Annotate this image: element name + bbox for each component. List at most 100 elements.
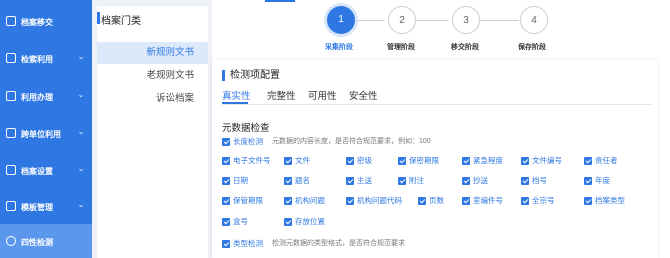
checkbox-checked-icon [398, 177, 406, 185]
tab-integrity[interactable]: 完整性 [267, 88, 296, 102]
category-panel: 档案门类 新规则文书 老规则文书 诉讼档案 [97, 6, 208, 258]
step-connector [355, 20, 385, 21]
chevron-down-icon: ⌄ [78, 129, 84, 136]
checkbox-checked-icon [346, 157, 354, 165]
template-icon [6, 201, 16, 211]
field-checkbox[interactable]: 盒号 [222, 216, 248, 228]
document-icon [6, 16, 16, 26]
type-check-checkbox[interactable]: 类型检测 [222, 238, 263, 250]
sidebar-item-transfer[interactable]: 档案移交 [0, 4, 92, 38]
top-highlight [265, 0, 295, 2]
length-check-checkbox[interactable]: 长度检测 [222, 136, 263, 148]
chevron-down-icon: ⌄ [78, 92, 84, 99]
checkbox-checked-icon [521, 197, 529, 205]
checkbox-checked-icon [418, 197, 426, 205]
field-checkbox[interactable]: 存放位置 [284, 216, 325, 228]
sidebar-item-templates[interactable]: 模板管理 ⌄ [0, 189, 92, 223]
form-icon [6, 91, 16, 101]
sidebar-item-cross-unit[interactable]: 跨单位利用 ⌄ [0, 116, 92, 150]
settings-doc-icon [6, 165, 16, 175]
step-2-circle[interactable]: 2 [388, 6, 416, 34]
checkbox-checked-icon [222, 218, 230, 226]
checkbox-checked-icon [222, 138, 230, 146]
field-checkbox[interactable]: 室编件号 [462, 195, 503, 207]
field-checkbox[interactable]: 附注 [398, 175, 424, 187]
checkbox-checked-icon [346, 177, 354, 185]
field-checkbox[interactable]: 保管期限 [222, 195, 263, 207]
category-item[interactable]: 老规则文书 [97, 65, 208, 87]
checkbox-checked-icon [462, 157, 470, 165]
field-checkbox[interactable]: 档案类型 [584, 195, 625, 207]
sidebar-item-four-checks[interactable]: 四性检测 [0, 224, 92, 258]
category-title: 档案门类 [97, 12, 141, 27]
checkbox-checked-icon [521, 177, 529, 185]
field-checkbox[interactable]: 年度 [584, 175, 610, 187]
checkbox-checked-icon [584, 157, 592, 165]
tab-usability[interactable]: 可用性 [308, 88, 337, 102]
step-connector [416, 20, 449, 21]
field-checkbox[interactable]: 紧急程度 [462, 155, 503, 167]
checkbox-checked-icon [584, 197, 592, 205]
step-3-label: 移交阶段 [451, 44, 479, 51]
sidebar-item-label: 档案移交 [21, 18, 53, 27]
checkbox-checked-icon [521, 157, 529, 165]
checkbox-checked-icon [284, 197, 292, 205]
checkbox-checked-icon [584, 177, 592, 185]
field-checkbox[interactable]: 题名 [284, 175, 310, 187]
tab-security[interactable]: 安全性 [349, 88, 378, 102]
type-check-desc: 检测元数据的类型格式，是否符合规范要求 [272, 240, 405, 247]
checkbox-checked-icon [346, 197, 354, 205]
field-checkbox[interactable]: 全宗号 [521, 195, 555, 207]
step-1-label: 采集阶段 [325, 44, 353, 51]
checkbox-checked-icon [222, 197, 230, 205]
step-2-label: 管理阶段 [387, 44, 415, 51]
sidebar: 档案移交 检索利用 ⌄ 利用办理 ⌄ 跨单位利用 ⌄ 档案设置 ⌄ 模板管理 ⌄… [0, 0, 92, 258]
checkbox-checked-icon [222, 177, 230, 185]
config-title: 检测项配置 [222, 70, 280, 81]
field-checkbox[interactable]: 日期 [222, 175, 248, 187]
sidebar-item-label: 四性检测 [21, 238, 53, 247]
step-connector [480, 20, 519, 21]
section-title: 元数据检查 [222, 123, 270, 134]
tab-divider [222, 104, 652, 105]
sidebar-item-label: 档案设置 [21, 167, 53, 176]
field-checkbox[interactable]: 抄送 [462, 175, 488, 187]
field-checkbox[interactable]: 电子文件号 [222, 155, 271, 167]
field-checkbox[interactable]: 页数 [418, 195, 444, 207]
chevron-down-icon: ⌄ [78, 54, 84, 61]
checkbox-checked-icon [462, 177, 470, 185]
field-checkbox[interactable]: 主送 [346, 175, 372, 187]
checkbox-checked-icon [284, 177, 292, 185]
field-checkbox[interactable]: 责任者 [584, 155, 618, 167]
field-checkbox[interactable]: 档号 [521, 175, 547, 187]
sidebar-item-label: 检索利用 [21, 55, 53, 64]
field-checkbox[interactable]: 文件 [284, 155, 310, 167]
category-item[interactable]: 新规则文书 [97, 42, 208, 64]
target-icon [6, 236, 16, 246]
checkbox-checked-icon [398, 157, 406, 165]
field-checkbox[interactable]: 机构问题 [284, 195, 325, 207]
checkbox-checked-icon [284, 157, 292, 165]
sidebar-item-search[interactable]: 检索利用 ⌄ [0, 41, 92, 75]
sidebar-item-settings[interactable]: 档案设置 ⌄ [0, 153, 92, 187]
step-3-circle[interactable]: 3 [452, 6, 480, 34]
category-item[interactable]: 诉讼档案 [97, 88, 208, 110]
tab-authenticity[interactable]: 真实性 [222, 88, 251, 102]
length-check-desc: 元数据的内容长度，是否符合规范要求，例如：100 [272, 138, 431, 145]
step-1-circle[interactable]: 1 [327, 6, 355, 34]
field-checkbox[interactable]: 密级 [346, 155, 372, 167]
field-checkbox[interactable]: 保密期限 [398, 155, 439, 167]
step-4-label: 保存阶段 [518, 44, 546, 51]
checkbox-checked-icon [222, 157, 230, 165]
sidebar-item-handling[interactable]: 利用办理 ⌄ [0, 79, 92, 113]
chevron-down-icon: ⌄ [78, 166, 84, 173]
config-card: 检测项配置 真实性 完整性 可用性 安全性 元数据检查 长度检测 元数据的内容长… [212, 60, 658, 258]
step-4-circle[interactable]: 4 [520, 6, 548, 34]
checkbox-checked-icon [222, 240, 230, 248]
sidebar-item-label: 模板管理 [21, 203, 53, 212]
checkbox-checked-icon [462, 197, 470, 205]
sidebar-item-label: 跨单位利用 [21, 130, 61, 139]
field-checkbox[interactable]: 文件编号 [521, 155, 562, 167]
search-doc-icon [6, 53, 16, 63]
field-checkbox[interactable]: 机构问题代码 [346, 195, 402, 207]
